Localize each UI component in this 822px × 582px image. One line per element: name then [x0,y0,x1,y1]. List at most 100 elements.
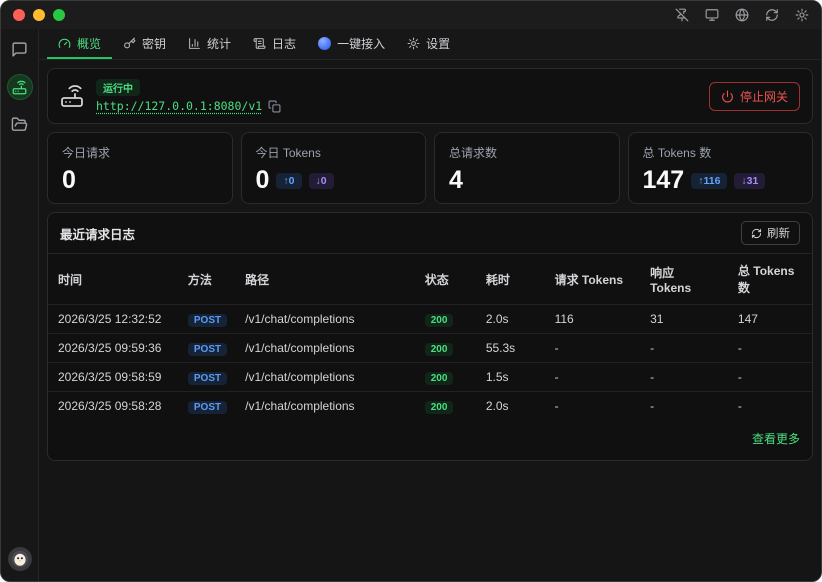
stats-row: 今日请求 0 今日 Tokens 0 ↑0 ↓0 总请求数 4 [47,132,813,204]
cell-total-tokens: - [728,363,812,392]
table-row[interactable]: 2026/3/25 12:32:52 POST /v1/chat/complet… [48,305,812,334]
cell-time: 2026/3/25 12:32:52 [48,305,178,334]
cell-time: 2026/3/25 09:58:28 [48,392,178,421]
router-icon [12,80,27,95]
col-header-total-tokens: 总 Tokens 数 [728,254,812,305]
status-code-badge: 200 [425,401,454,414]
tokens-up-badge: ↑0 [276,173,301,189]
method-badge: POST [188,401,227,414]
stat-value: 147 [643,168,685,193]
stat-card-today-tokens: 今日 Tokens 0 ↑0 ↓0 [241,132,427,204]
cell-res-tokens: - [640,392,728,421]
tab-overview[interactable]: 概览 [47,29,112,59]
cell-time: 2026/3/25 09:58:59 [48,363,178,392]
tokens-down-badge: ↓31 [734,173,765,189]
col-header-req-tokens: 请求 Tokens [545,254,641,305]
refresh-icon[interactable] [765,8,779,22]
cell-path: /v1/chat/completions [235,392,415,421]
key-icon [123,37,136,50]
cell-time: 2026/3/25 09:59:36 [48,334,178,363]
view-more-link[interactable]: 查看更多 [752,432,800,446]
tab-bar: 概览 密钥 统计 日志 一键接入 [39,29,821,60]
recent-logs-card: 最近请求日志 刷新 时间 方法 路径 状态 [47,212,813,461]
stat-value: 4 [449,168,463,193]
tab-label: 密钥 [142,35,166,52]
table-row[interactable]: 2026/3/25 09:58:59 POST /v1/chat/complet… [48,363,812,392]
col-header-path: 路径 [235,254,415,305]
tab-label: 概览 [77,35,101,52]
status-code-badge: 200 [425,372,454,385]
blue-orb-icon [318,37,331,50]
table-row[interactable]: 2026/3/25 09:59:36 POST /v1/chat/complet… [48,334,812,363]
status-code-badge: 200 [425,314,454,327]
tab-label: 一键接入 [337,35,385,52]
gear-icon[interactable] [795,8,809,22]
status-code-badge: 200 [425,343,454,356]
method-badge: POST [188,314,227,327]
traffic-lights [13,9,65,21]
globe-icon[interactable] [735,8,749,22]
folder-icon[interactable] [11,116,28,133]
gateway-url-link[interactable]: http://127.0.0.1:8080/v1 [96,99,262,113]
table-row[interactable]: 2026/3/25 09:58:28 POST /v1/chat/complet… [48,392,812,421]
logs-header-row: 时间 方法 路径 状态 耗时 请求 Tokens 响应 Tokens 总 Tok… [48,254,812,305]
gateway-status-card: 运行中 http://127.0.0.1:8080/v1 停止网关 [47,68,813,124]
power-icon [721,90,734,103]
col-header-res-tokens: 响应 Tokens [640,254,728,305]
tab-settings[interactable]: 设置 [396,29,461,59]
logs-title: 最近请求日志 [60,224,135,243]
titlebar [1,1,821,29]
gear-icon [407,37,420,50]
stat-label: 今日 Tokens [256,144,412,161]
cell-req-tokens: - [545,363,641,392]
tab-label: 日志 [272,35,296,52]
cell-duration: 55.3s [476,334,545,363]
chat-icon[interactable] [11,41,28,58]
stat-value: 0 [62,168,76,193]
minimize-window-button[interactable] [33,9,45,21]
refresh-icon [751,228,762,239]
cell-res-tokens: - [640,334,728,363]
tab-logs[interactable]: 日志 [242,29,307,59]
tab-label: 统计 [207,35,231,52]
copy-icon[interactable] [268,100,281,113]
cell-duration: 2.0s [476,392,545,421]
stop-gateway-button[interactable]: 停止网关 [709,82,800,111]
tab-quick-connect[interactable]: 一键接入 [307,29,396,59]
rail-item-gateway[interactable] [7,74,33,100]
cell-req-tokens: 116 [545,305,641,334]
cell-total-tokens: 147 [728,305,812,334]
close-window-button[interactable] [13,9,25,21]
refresh-logs-button[interactable]: 刷新 [741,221,800,245]
stat-label: 总 Tokens 数 [643,144,799,161]
stat-label: 今日请求 [62,144,218,161]
monitor-icon[interactable] [705,8,719,22]
method-badge: POST [188,372,227,385]
stat-card-total-tokens: 总 Tokens 数 147 ↑116 ↓31 [628,132,814,204]
left-rail [1,29,39,581]
stat-card-total-requests: 总请求数 4 [434,132,620,204]
cell-duration: 1.5s [476,363,545,392]
stop-gateway-label: 停止网关 [740,88,788,105]
scroll-icon [253,37,266,50]
stat-value: 0 [256,168,270,193]
overview-panel: 运行中 http://127.0.0.1:8080/v1 停止网关 今日 [39,60,821,581]
zoom-window-button[interactable] [53,9,65,21]
cell-path: /v1/chat/completions [235,363,415,392]
stat-card-today-requests: 今日请求 0 [47,132,233,204]
cell-duration: 2.0s [476,305,545,334]
router-icon [60,84,84,108]
cell-path: /v1/chat/completions [235,334,415,363]
cell-total-tokens: - [728,392,812,421]
cell-total-tokens: - [728,334,812,363]
bar-chart-icon [188,37,201,50]
cell-path: /v1/chat/completions [235,305,415,334]
method-badge: POST [188,343,227,356]
tab-stats[interactable]: 统计 [177,29,242,59]
pin-off-icon[interactable] [675,8,689,22]
cell-res-tokens: - [640,363,728,392]
owl-avatar-icon[interactable] [8,547,32,571]
app-window: 概览 密钥 统计 日志 一键接入 [0,0,822,582]
status-badge: 运行中 [96,79,140,96]
tab-keys[interactable]: 密钥 [112,29,177,59]
